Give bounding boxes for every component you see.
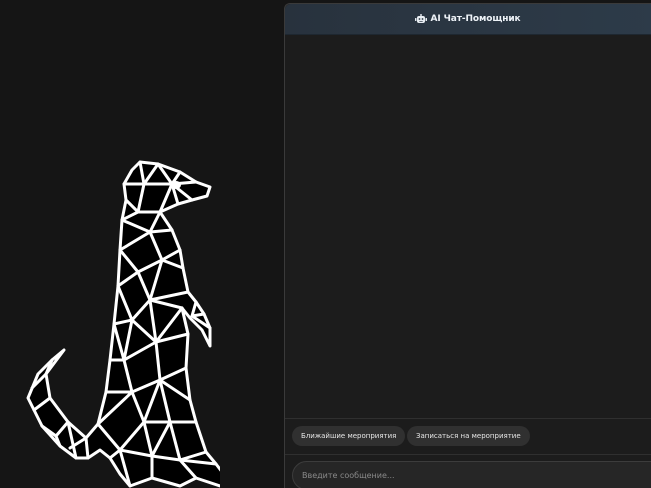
message-input[interactable]	[292, 461, 651, 488]
page: AI Чат-Помощник Ближайшие мероприятия За…	[0, 0, 651, 488]
register-event-button[interactable]: Записаться на мероприятие	[407, 426, 530, 446]
meerkat-illustration	[26, 160, 220, 488]
chat-messages-area[interactable]	[285, 35, 651, 418]
quick-actions-bar: Ближайшие мероприятия Записаться на меро…	[285, 418, 651, 454]
message-input-bar	[285, 454, 651, 488]
chat-panel: AI Чат-Помощник Ближайшие мероприятия За…	[284, 3, 651, 488]
upcoming-events-button[interactable]: Ближайшие мероприятия	[292, 426, 406, 446]
chat-header-content: AI Чат-Помощник	[415, 14, 521, 24]
robot-icon	[415, 14, 428, 23]
chat-header: AI Чат-Помощник	[285, 4, 651, 35]
chat-title: AI Чат-Помощник	[430, 14, 521, 24]
